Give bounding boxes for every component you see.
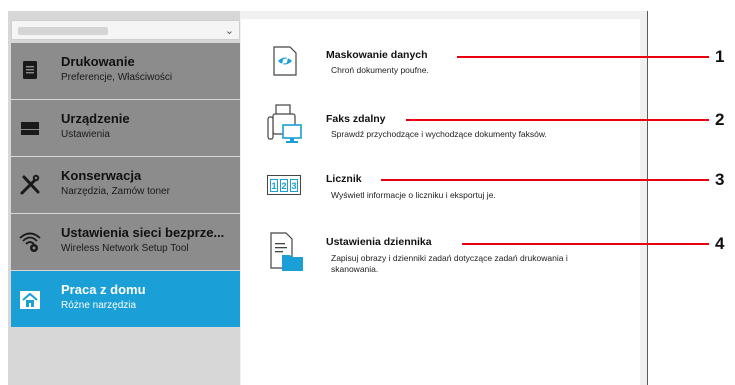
sidebar-item-wireless[interactable]: Ustawienia sieci bezprze... Wireless Net… (11, 214, 240, 270)
sidebar-item-title: Drukowanie (61, 54, 135, 69)
remote-fax-icon[interactable] (267, 103, 303, 147)
feature-description: Wyświetl informacje o liczniku i eksport… (331, 190, 496, 200)
callout-number: 1 (715, 47, 725, 66)
feature-title[interactable]: Maskowanie danych (326, 49, 428, 61)
home-icon (20, 291, 40, 309)
sidebar-item-device[interactable]: Urządzenie Ustawienia (11, 100, 240, 156)
feature-description: Chroń dokumenty poufne. (331, 65, 429, 75)
printer-doc-icon (23, 61, 37, 79)
log-folder-icon[interactable] (270, 232, 304, 272)
feature-title[interactable]: Ustawienia dziennika (326, 236, 432, 248)
counter-digit: 2 (280, 178, 288, 192)
device-icon (21, 122, 39, 135)
wifi-gear-icon (19, 232, 41, 252)
counter-digit: 1 (270, 178, 278, 192)
callout-number: 4 (715, 234, 725, 253)
sidebar-item-title: Konserwacja (61, 168, 142, 183)
sidebar-item-subtitle: Narzędzia, Zamów toner (61, 186, 170, 197)
callout-line (381, 179, 709, 181)
callout-number: 2 (715, 110, 725, 129)
feature-title[interactable]: Faks zdalny (326, 113, 386, 125)
main-panel (241, 19, 640, 385)
eye-mask-icon[interactable] (272, 46, 298, 76)
sidebar-item-subtitle: Preferencje, Właściwości (61, 72, 173, 83)
sidebar-item-title: Praca z domu (61, 282, 146, 297)
callout-line (406, 119, 709, 121)
feature-title[interactable]: Licznik (326, 173, 362, 185)
feature-description: Zapisuj obrazy i dzienniki zadań dotyczą… (331, 253, 568, 274)
counter-digit: 3 (290, 178, 298, 192)
feature-description: Sprawdź przychodzące i wychodzące dokume… (331, 129, 547, 139)
tools-icon (20, 174, 40, 195)
chevron-down-icon[interactable]: ⌄ (225, 24, 234, 37)
sidebar-item-subtitle: Wireless Network Setup Tool (61, 243, 189, 254)
callout-number: 3 (715, 170, 725, 189)
sidebar-item-printing[interactable]: Drukowanie Preferencje, Właściwości (11, 43, 240, 99)
sidebar-item-subtitle: Ustawienia (61, 129, 110, 140)
counter-icon[interactable]: 1 2 3 (267, 175, 301, 195)
device-name-redacted (18, 27, 108, 35)
device-select[interactable]: ⌄ (11, 20, 240, 40)
sidebar-item-home-work[interactable]: Praca z domu Różne narzędzia (11, 271, 240, 327)
sidebar-item-subtitle: Różne narzędzia (61, 300, 137, 311)
callout-line (457, 56, 709, 58)
callout-line (462, 243, 709, 245)
sidebar-item-title: Urządzenie (61, 111, 130, 126)
sidebar-item-maintenance[interactable]: Konserwacja Narzędzia, Zamów toner (11, 157, 240, 213)
sidebar-item-title: Ustawienia sieci bezprze... (61, 225, 225, 240)
